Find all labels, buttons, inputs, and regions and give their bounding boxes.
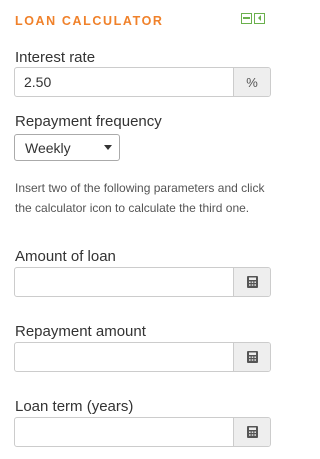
repayment-frequency-label: Repayment frequency [15, 113, 162, 130]
calculator-icon [246, 351, 258, 363]
interest-rate-group: % [14, 67, 271, 97]
minimize-icon[interactable] [241, 13, 252, 24]
amount-of-loan-input[interactable] [15, 268, 233, 296]
calculate-term-button[interactable] [233, 418, 270, 446]
loan-term-label: Loan term (years) [15, 398, 134, 415]
widget-header: LOAN CALCULATOR [15, 12, 265, 30]
loan-term-input[interactable] [15, 418, 233, 446]
amount-of-loan-label: Amount of loan [15, 248, 116, 265]
calculator-icon [246, 426, 258, 438]
repayment-frequency-value: Weekly [25, 139, 71, 156]
calculate-amount-button[interactable] [233, 268, 270, 296]
repayment-amount-group [14, 342, 271, 372]
widget-title: LOAN CALCULATOR [15, 14, 164, 28]
calculate-repayment-button[interactable] [233, 343, 270, 371]
amount-of-loan-group [14, 267, 271, 297]
caret-down-icon [104, 145, 112, 150]
help-text: Insert two of the following parameters a… [15, 181, 265, 215]
interest-rate-label: Interest rate [15, 49, 96, 66]
repayment-amount-input[interactable] [15, 343, 233, 371]
header-icons [241, 13, 265, 24]
percent-addon: % [233, 68, 270, 96]
popout-icon[interactable] [254, 13, 265, 24]
loan-term-group [14, 417, 271, 447]
repayment-amount-label: Repayment amount [15, 323, 146, 340]
repayment-frequency-select[interactable]: Weekly [14, 134, 120, 161]
calculator-icon [246, 276, 258, 288]
interest-rate-input[interactable] [15, 68, 233, 96]
